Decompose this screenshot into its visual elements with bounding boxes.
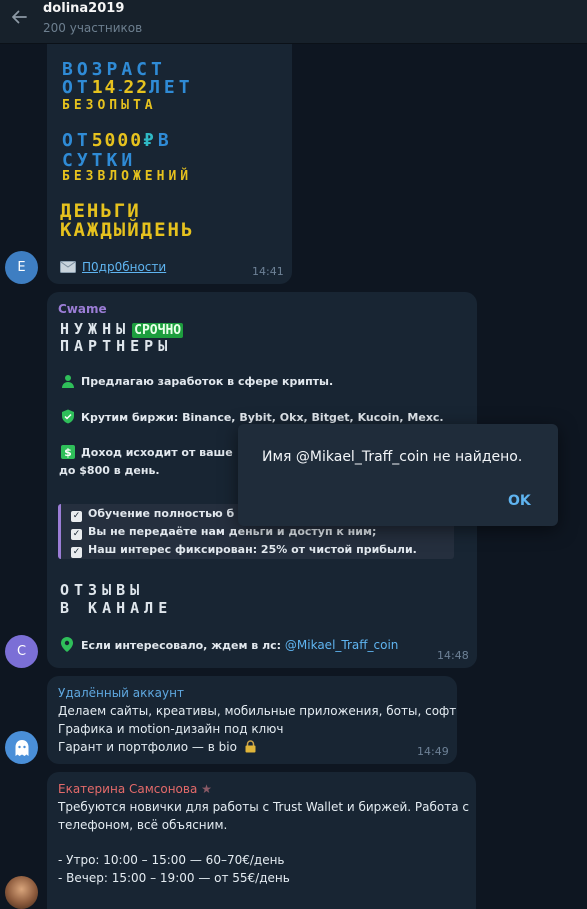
avatar[interactable]: E [5, 251, 38, 284]
message-time: 14:48 [437, 649, 469, 662]
details-link[interactable]: П0др0бности [82, 260, 166, 274]
person-icon [62, 375, 74, 388]
message-bubble-ad[interactable]: ВОЗРАСТ ОТ14-22ЛЕТ БЕЗОПЫТА ОТ5000₽В СУТ… [47, 44, 292, 284]
urgent-badge: СРОЧНО [132, 323, 184, 338]
heading-reviews: ОТЗЫВЫ [60, 581, 145, 599]
sender-name[interactable]: Екатерина Самсонова ★ [58, 782, 212, 796]
dollar-icon: $ [61, 445, 75, 459]
offer-text: Предлагаю заработок в сфере крипты. [81, 375, 334, 388]
message-bubble-deleted-account[interactable]: Удалённый аккаунт Делаем сайты, креативы… [47, 676, 457, 764]
shield-check-icon [62, 409, 74, 424]
member-count: 200 участников [43, 21, 143, 35]
message-bubble-ekaterina[interactable]: Екатерина Самсонова ★ Требуются новички … [47, 772, 476, 909]
income-text-1: Доход исходит от ваше [81, 446, 233, 459]
avatar[interactable] [5, 731, 38, 764]
sender-name[interactable]: Cwame [58, 302, 107, 316]
quote-line-1: ✓ Обучение полностью б [71, 507, 235, 522]
envelope-icon [60, 261, 76, 273]
message-line-2: Графика и motion-дизайн под ключ [58, 722, 284, 736]
lock-icon [245, 740, 256, 753]
heading-partners: ПАРТНЕРЫ [60, 337, 173, 355]
message-line-3: - Утро: 10:00 – 15:00 — 60–70€/день [58, 853, 285, 867]
chat-header: dolina2019 200 участников [0, 0, 587, 44]
ghost-icon [15, 739, 28, 756]
exchanges-text: Крутим биржи: Binance, Bybit, Okx, Bitge… [81, 411, 444, 424]
ok-button[interactable]: OK [508, 493, 531, 509]
quote-line-2: ✓ Вы не передаёте нам деньги и доступ к н… [71, 525, 377, 540]
back-arrow-icon[interactable] [9, 7, 29, 27]
not-found-dialog: Имя @Mikael_Traff_coin не найдено. OK [238, 424, 558, 526]
star-icon: ★ [201, 782, 212, 796]
message-time: 14:41 [252, 265, 284, 278]
ad-line-no-experience: БЕЗОПЫТА [62, 98, 157, 113]
message-time: 14:49 [417, 745, 449, 758]
message-line-2: телефоном, всё объясним. [58, 818, 228, 832]
message-line-3: Гарант и портфолио — в bio [58, 740, 257, 754]
heading-in-channel: В КАНАЛЕ [60, 599, 173, 617]
ad-line-every-day: КАЖДЫЙДЕНЬ [60, 219, 195, 241]
svg-text:$: $ [64, 446, 72, 459]
checkbox-icon: ✓ [71, 529, 82, 540]
message-line-1: Требуются новички для работы с Trust Wal… [58, 800, 470, 814]
dialog-message: Имя @Mikael_Traff_coin не найдено. [262, 449, 523, 465]
contact-handle-link[interactable]: @Mikael_Traff_coin [285, 638, 399, 652]
income-text-2: до $800 в день. [59, 464, 160, 477]
ad-line-per-day: СУТКИ [62, 150, 137, 171]
heading-partners-needed: НУЖНЫ СРОЧНО [60, 320, 184, 338]
checkbox-icon: ✓ [71, 547, 82, 558]
contact-text: Если интересовало, ждем в лс: @Mikael_Tr… [81, 638, 399, 652]
location-pin-icon [61, 637, 73, 652]
quote-line-3: ✓ Наш интерес фиксирован: 25% от чистой п… [71, 543, 417, 558]
message-line-1: Делаем сайты, креативы, мобильные прилож… [58, 704, 457, 718]
avatar[interactable] [5, 876, 38, 909]
checkbox-icon: ✓ [71, 511, 82, 522]
chat-title[interactable]: dolina2019 [43, 1, 124, 16]
ad-line-no-investment: БЕЗВЛОЖЕНИЙ [62, 169, 193, 184]
ad-line-amount: ОТ5000₽В [62, 130, 173, 151]
message-line-4: - Вечер: 15:00 – 19:00 — от 55€/день [58, 871, 290, 885]
avatar[interactable]: C [5, 635, 38, 668]
ad-line-age-range: ОТ14-22ЛЕТ [62, 77, 194, 98]
sender-name[interactable]: Удалённый аккаунт [58, 686, 184, 700]
